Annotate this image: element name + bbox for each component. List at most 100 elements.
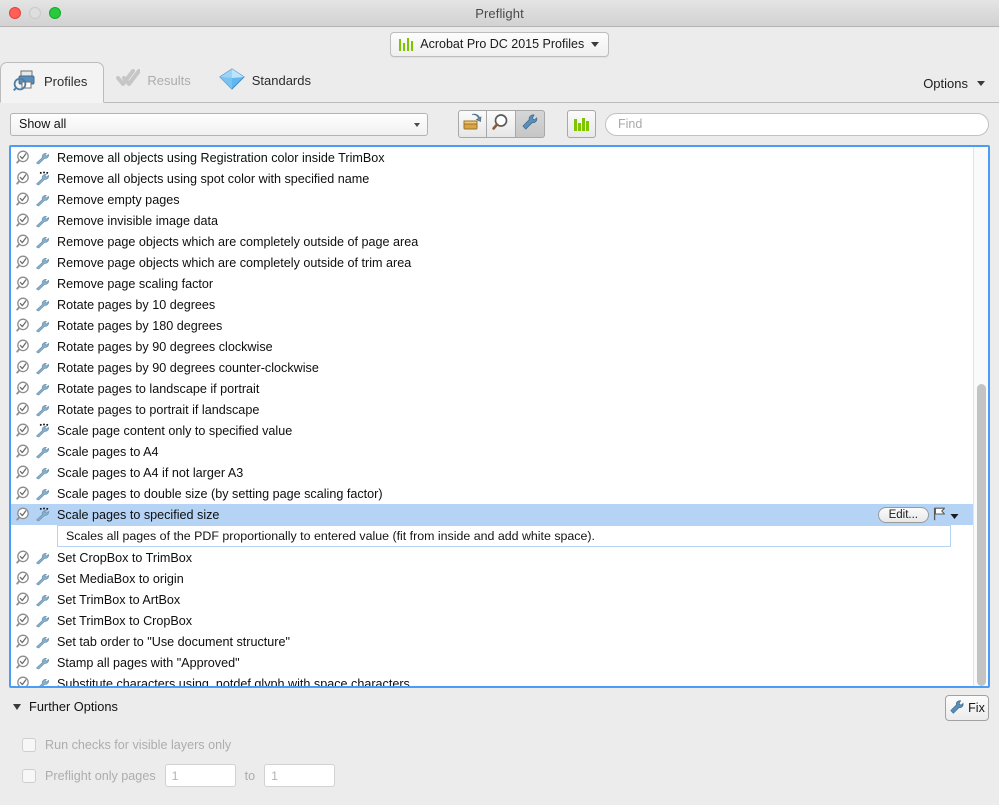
tab-results[interactable]: Results xyxy=(104,61,206,102)
list-item[interactable]: Rotate pages by 90 degrees counter-clock… xyxy=(11,357,973,378)
list-item-label: Set tab order to "Use document structure… xyxy=(57,634,290,649)
flag-dropdown[interactable] xyxy=(933,507,959,524)
fixups-list[interactable]: Remove all objects using Registration co… xyxy=(11,147,973,686)
check-magnifier-icon xyxy=(16,150,31,165)
preflight-pages-checkbox[interactable] xyxy=(22,768,36,783)
window-title: Preflight xyxy=(475,5,524,21)
list-item[interactable]: Scale page content only to specified val… xyxy=(11,420,973,441)
chevron-down-icon xyxy=(591,41,600,47)
check-magnifier-icon xyxy=(16,423,31,438)
check-magnifier-icon xyxy=(16,297,31,312)
list-item[interactable]: Set MediaBox to origin xyxy=(11,568,973,589)
check-magnifier-icon xyxy=(16,592,31,607)
list-item[interactable]: Remove page objects which are completely… xyxy=(11,231,973,252)
further-options-toggle[interactable]: Further Options xyxy=(13,699,118,714)
list-item[interactable]: Rotate pages to landscape if portrait xyxy=(11,378,973,399)
check-magnifier-icon xyxy=(16,634,31,649)
tab-results-label: Results xyxy=(147,73,191,88)
check-magnifier-icon xyxy=(16,276,31,291)
list-item[interactable]: Substitute characters using .notdef glyp… xyxy=(11,673,973,686)
fix-button-label: Fix xyxy=(968,701,985,715)
page-range-to-label: to xyxy=(244,768,256,783)
check-magnifier-icon xyxy=(16,213,31,228)
list-item-label: Set CropBox to TrimBox xyxy=(57,550,193,565)
page-to-input[interactable]: 1 xyxy=(264,764,336,787)
list-item[interactable]: Rotate pages by 180 degrees xyxy=(11,315,973,336)
further-options-label: Further Options xyxy=(29,699,118,714)
list-item[interactable]: Rotate pages to portrait if landscape xyxy=(11,399,973,420)
list-item-label: Rotate pages by 90 degrees clockwise xyxy=(57,339,273,354)
tab-standards[interactable]: Standards xyxy=(207,61,327,102)
list-item-label: Remove page objects which are completely… xyxy=(57,255,412,270)
page-from-input[interactable]: 1 xyxy=(164,764,236,787)
options-label: Options xyxy=(923,76,968,91)
filter-toolbar: Show all xyxy=(0,103,999,145)
profile-set-label: Acrobat Pro DC 2015 Profiles xyxy=(420,37,585,51)
preflight-pages-option[interactable]: Preflight only pages 1 to 1 xyxy=(22,764,336,787)
list-item[interactable]: Remove all objects using spot color with… xyxy=(11,168,973,189)
wrench-icon xyxy=(34,381,51,396)
list-item-label: Rotate pages by 10 degrees xyxy=(57,297,216,312)
list-item-label: Remove invisible image data xyxy=(57,213,219,228)
wrench-icon xyxy=(34,444,51,459)
list-item[interactable]: Scale pages to specified size Edit... xyxy=(11,504,973,525)
wrench-icon xyxy=(34,402,51,417)
printer-magnifier-icon xyxy=(13,69,37,94)
list-item-label: Set MediaBox to origin xyxy=(57,571,184,586)
list-item-label: Rotate pages to landscape if portrait xyxy=(57,381,260,396)
list-item[interactable]: Scale pages to A4 xyxy=(11,441,973,462)
chevron-down-icon xyxy=(977,81,985,86)
list-item[interactable]: Set tab order to "Use document structure… xyxy=(11,631,973,652)
list-item-label: Rotate pages by 90 degrees counter-clock… xyxy=(57,360,319,375)
wrench-icon xyxy=(34,592,51,607)
show-all-dropdown[interactable]: Show all xyxy=(10,112,428,136)
list-item[interactable]: Set TrimBox to CropBox xyxy=(11,610,973,631)
tab-profiles-label: Profiles xyxy=(44,74,88,89)
list-item[interactable]: Set TrimBox to ArtBox xyxy=(11,589,973,610)
list-item[interactable]: Remove invisible image data xyxy=(11,210,973,231)
preflight-window: Preflight Acrobat Pro DC 2015 Profiles P… xyxy=(0,0,999,805)
list-item[interactable]: Rotate pages by 90 degrees clockwise xyxy=(11,336,973,357)
list-item[interactable]: Remove page scaling factor xyxy=(11,273,973,294)
tab-profiles[interactable]: Profiles xyxy=(0,62,105,103)
fixups-list-panel: Remove all objects using Registration co… xyxy=(9,145,990,688)
inspect-button[interactable] xyxy=(487,110,516,138)
fix-button[interactable]: Fix xyxy=(945,695,989,721)
scrollbar-thumb[interactable] xyxy=(977,384,986,686)
list-item[interactable]: Remove empty pages xyxy=(11,189,973,210)
check-magnifier-icon xyxy=(16,402,31,417)
list-item[interactable]: Remove page objects which are completely… xyxy=(11,252,973,273)
wrench-configurable-icon xyxy=(34,171,51,186)
wrench-icon xyxy=(34,213,51,228)
check-magnifier-icon xyxy=(16,613,31,628)
fixup-button[interactable] xyxy=(516,110,545,138)
list-item[interactable]: Rotate pages by 10 degrees xyxy=(11,294,973,315)
wrench-icon xyxy=(34,655,51,670)
preflight-pages-label: Preflight only pages xyxy=(45,768,156,783)
create-profile-button[interactable] xyxy=(458,110,487,138)
check-magnifier-icon xyxy=(16,171,31,186)
check-magnifier-icon xyxy=(16,339,31,354)
list-item[interactable]: Scale pages to double size (by setting p… xyxy=(11,483,973,504)
list-item[interactable]: Stamp all pages with "Approved" xyxy=(11,652,973,673)
check-magnifier-icon xyxy=(16,571,31,586)
list-item-label: Scale pages to specified size xyxy=(57,507,220,522)
search-input[interactable] xyxy=(605,112,989,136)
options-menu-button[interactable]: Options xyxy=(923,76,985,91)
check-magnifier-icon xyxy=(16,550,31,565)
edit-fixup-button[interactable]: Edit... xyxy=(877,507,929,523)
list-item-label: Remove all objects using spot color with… xyxy=(57,171,370,186)
wrench-icon xyxy=(34,676,51,686)
title-bar: Preflight xyxy=(0,0,999,27)
profile-set-dropdown[interactable]: Acrobat Pro DC 2015 Profiles xyxy=(389,31,610,57)
list-item[interactable]: Scale pages to A4 if not larger A3 xyxy=(11,462,973,483)
wrench-icon xyxy=(949,699,966,718)
list-vertical-scrollbar[interactable] xyxy=(973,147,988,686)
visible-layers-checkbox[interactable] xyxy=(22,738,36,752)
list-item[interactable]: Remove all objects using Registration co… xyxy=(11,147,973,168)
visible-layers-option[interactable]: Run checks for visible layers only xyxy=(22,738,231,752)
wrench-icon xyxy=(34,339,51,354)
check-magnifier-icon xyxy=(16,444,31,459)
list-item[interactable]: Set CropBox to TrimBox xyxy=(11,547,973,568)
find-scope-button[interactable] xyxy=(567,110,596,138)
